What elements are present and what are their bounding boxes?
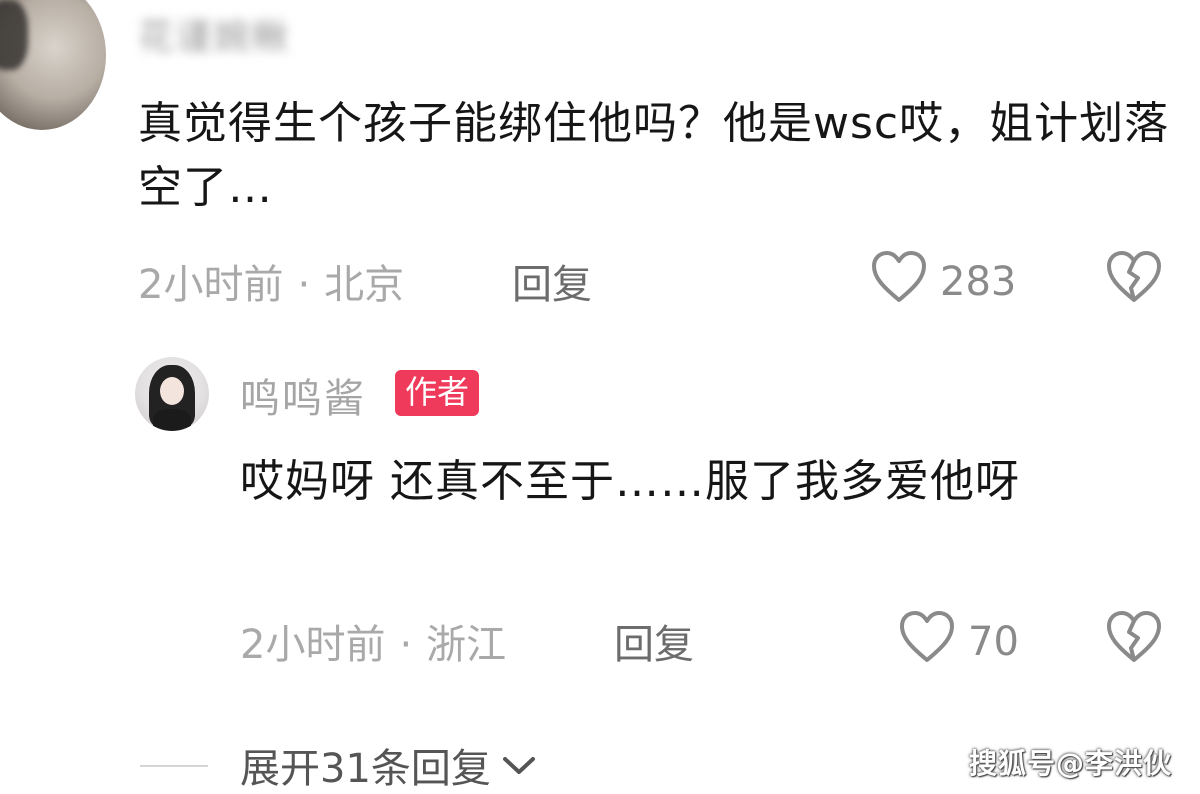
- like-count: 70: [968, 619, 1019, 665]
- comment-text: 真觉得生个孩子能绑住他吗？他是wsc哎，姐计划落空了…: [138, 98, 1170, 213]
- comment-time: 2小时前: [138, 262, 284, 308]
- author-badge: 作者: [395, 370, 480, 416]
- broken-heart-icon[interactable]: [1105, 250, 1163, 308]
- like-button[interactable]: 70: [898, 610, 1019, 674]
- heart-outline-icon: [898, 610, 956, 674]
- reply-button[interactable]: 回复: [512, 252, 592, 310]
- expand-replies-button[interactable]: 展开31条回复: [240, 736, 537, 794]
- broken-heart-icon[interactable]: [1105, 610, 1163, 668]
- reply-meta: 2小时前 · 浙江: [240, 612, 506, 670]
- watermark: 搜狐号@李洪伙: [968, 747, 1172, 780]
- author-username[interactable]: 鸣鸣酱: [240, 366, 366, 424]
- like-button[interactable]: 283: [870, 250, 1016, 314]
- comment-meta: 2小时前 · 北京: [138, 252, 404, 310]
- reply-text: 哎妈呀 还真不至于……服了我多爱他呀: [240, 456, 1020, 507]
- commenter-username[interactable]: 花谨婉楸: [138, 8, 290, 60]
- avatar-photo-detail: [0, 0, 28, 70]
- chevron-down-icon: [501, 742, 537, 788]
- expand-replies-label: 展开31条回复: [240, 746, 491, 792]
- meta-separator: ·: [297, 262, 311, 308]
- commenter-avatar[interactable]: [0, 0, 106, 130]
- reply-button[interactable]: 回复: [614, 612, 694, 670]
- author-avatar[interactable]: [135, 357, 209, 431]
- meta-separator: ·: [399, 622, 413, 668]
- like-count: 283: [940, 259, 1017, 305]
- avatar-face: [160, 377, 184, 405]
- reply-location: 浙江: [426, 622, 507, 668]
- reply-time: 2小时前: [240, 622, 386, 668]
- expand-divider: [140, 765, 208, 767]
- avatar-body: [153, 409, 191, 431]
- heart-outline-icon: [870, 250, 928, 314]
- comment-location: 北京: [324, 262, 405, 308]
